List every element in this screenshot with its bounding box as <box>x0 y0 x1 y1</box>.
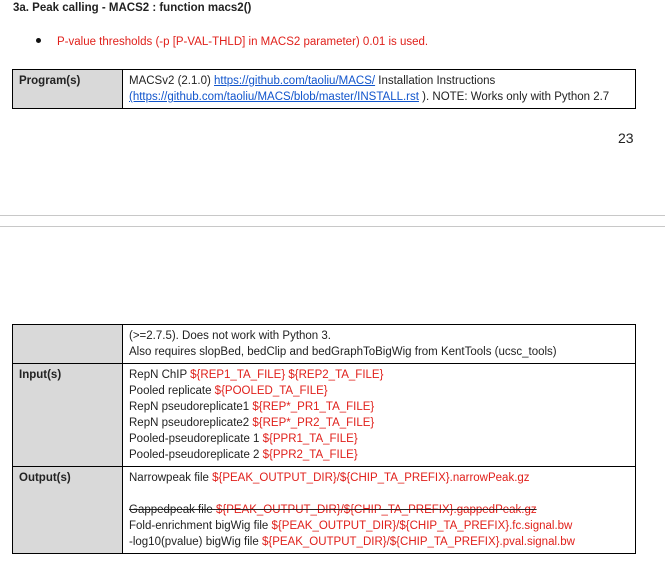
bullet-text: P-value thresholds (-p [P-VAL-THLD] in M… <box>57 36 429 48</box>
output-item-struck: Gappedpeak file ${PEAK_OUTPUT_DIR}/${CHI… <box>129 502 629 518</box>
output-item-var: ${PEAK_OUTPUT_DIR}/${CHIP_TA_PREFIX}.gap… <box>215 504 537 516</box>
page-break-divider <box>0 226 665 227</box>
output-item-var: ${PEAK_OUTPUT_DIR}/${CHIP_TA_PREFIX}.nar… <box>212 472 530 484</box>
output-item-text: Fold-enrichment bigWig file <box>129 520 272 532</box>
output-item-text: -log10(pvalue) bigWig file <box>129 536 262 548</box>
output-item: -log10(pvalue) bigWig file ${PEAK_OUTPUT… <box>129 534 629 550</box>
output-item: Narrowpeak file ${PEAK_OUTPUT_DIR}/${CHI… <box>129 470 629 486</box>
continued-line: (>=2.7.5). Does not work with Python 3. <box>129 330 331 342</box>
output-item-text: Gappedpeak file <box>129 504 216 516</box>
input-item-text: RepN ChIP <box>129 369 191 381</box>
input-item-var: ${REP*_PR2_TA_FILE} <box>252 417 375 429</box>
input-value: RepN ChIP ${REP1_TA_FILE} ${REP2_TA_FILE… <box>122 363 636 467</box>
page-break-divider <box>0 215 665 216</box>
io-table: (>=2.7.5). Does not work with Python 3. … <box>12 324 636 554</box>
table-row: Output(s) Narrowpeak file ${PEAK_OUTPUT_… <box>12 466 636 554</box>
output-item-text: Narrowpeak file <box>129 472 213 484</box>
output-item-var: ${PEAK_OUTPUT_DIR}/${CHIP_TA_PREFIX}.fc.… <box>271 520 573 532</box>
input-item: Pooled-pseudoreplicate 1 ${PPR1_TA_FILE} <box>129 431 629 447</box>
table-row: Program(s) MACSv2 (2.1.0) https://github… <box>12 69 636 109</box>
input-item-text: Pooled replicate <box>129 385 215 397</box>
table-row: (>=2.7.5). Does not work with Python 3. … <box>12 324 636 364</box>
input-item-var: ${REP*_PR1_TA_FILE} <box>252 401 375 413</box>
program-prefix: MACSv2 (2.1.0) <box>129 75 214 87</box>
output-value: Narrowpeak file ${PEAK_OUTPUT_DIR}/${CHI… <box>122 466 636 554</box>
input-label: Input(s) <box>12 363 123 467</box>
page-number: 23 <box>618 130 634 146</box>
bullet-item: P-value thresholds (-p [P-VAL-THLD] in M… <box>36 36 428 48</box>
input-item: Pooled-pseudoreplicate 2 ${PPR2_TA_FILE} <box>129 447 629 463</box>
program-label: Program(s) <box>12 69 123 109</box>
input-item: RepN pseudoreplicate2 ${REP*_PR2_TA_FILE… <box>129 415 629 431</box>
output-label: Output(s) <box>12 466 123 554</box>
input-item: RepN pseudoreplicate1 ${REP*_PR1_TA_FILE… <box>129 399 629 415</box>
input-item: RepN ChIP ${REP1_TA_FILE} ${REP2_TA_FILE… <box>129 367 629 383</box>
input-item-var: ${PPR1_TA_FILE} <box>262 433 358 445</box>
program-table: Program(s) MACSv2 (2.1.0) https://github… <box>12 69 636 109</box>
section-heading: 3a. Peak calling - MACS2 : function macs… <box>13 2 252 14</box>
output-item-var: ${PEAK_OUTPUT_DIR}/${CHIP_TA_PREFIX}.pva… <box>261 536 575 548</box>
input-item: Pooled replicate ${POOLED_TA_FILE} <box>129 383 629 399</box>
input-item-text: RepN pseudoreplicate1 <box>129 401 253 413</box>
install-instructions-link[interactable]: (https://github.com/taoliu/MACS/blob/mas… <box>129 91 419 103</box>
macs-github-link[interactable]: https://github.com/taoliu/MACS/ <box>214 75 375 87</box>
bullet-dot-icon <box>36 38 41 44</box>
input-item-var: ${POOLED_TA_FILE} <box>214 385 328 397</box>
program-suffix: ). NOTE: Works only with Python 2.7 <box>418 91 610 103</box>
continued-value: (>=2.7.5). Does not work with Python 3. … <box>122 324 636 364</box>
input-item-text: Pooled-pseudoreplicate 2 <box>129 449 263 461</box>
program-value: MACSv2 (2.1.0) https://github.com/taoliu… <box>122 69 636 109</box>
table-row: Input(s) RepN ChIP ${REP1_TA_FILE} ${REP… <box>12 363 636 467</box>
input-item-var: ${REP1_TA_FILE} ${REP2_TA_FILE} <box>190 369 384 381</box>
program-mid: Installation Instructions <box>375 75 496 87</box>
input-item-var: ${PPR2_TA_FILE} <box>262 449 358 461</box>
continued-line: Also requires slopBed, bedClip and bedGr… <box>129 346 557 358</box>
input-item-text: RepN pseudoreplicate2 <box>129 417 253 429</box>
output-item: Fold-enrichment bigWig file ${PEAK_OUTPU… <box>129 518 629 534</box>
continued-label <box>12 324 123 364</box>
input-item-text: Pooled-pseudoreplicate 1 <box>129 433 263 445</box>
